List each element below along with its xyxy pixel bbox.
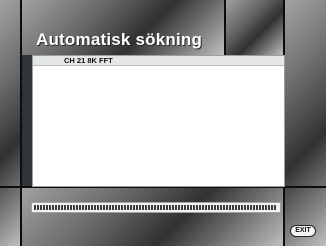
exit-button[interactable]: EXIT [290,225,316,237]
screen-title: Automatisk sökning [36,30,203,49]
scan-progress-bar [31,202,281,213]
channel-info: CH 21 8K FFT [64,56,113,65]
bg-tile-top-left [0,0,20,246]
frame-divider [224,0,226,55]
panel-header: CH 21 8K FFT [33,56,284,66]
scan-results-panel: CH 21 8K FFT [32,55,285,187]
bg-tile-right [285,0,326,246]
bg-tile-bottom [21,187,283,246]
frame-divider [20,0,22,246]
scan-progress-fill [34,205,276,210]
bg-tile-top-right [226,0,283,55]
